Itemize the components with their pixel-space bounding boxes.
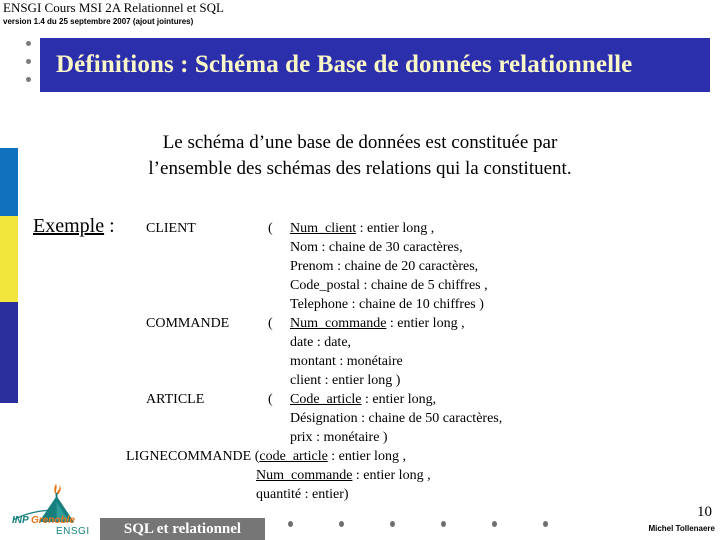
relation-attribute: LIGNECOMMANDE (code_article : entier lon… (126, 447, 706, 466)
relation-attribute: date : date, (290, 333, 706, 352)
attribute-type: : entier long , (352, 468, 431, 483)
attribute-type: : entier long ) (321, 373, 401, 388)
definition-paragraph: Le schéma d’une base de données est cons… (60, 130, 660, 182)
relation-attribute: Nom : chaine de 30 caractères, (290, 238, 706, 257)
logo-inp-text: INP (12, 515, 29, 526)
attribute-type: : monétaire (335, 354, 403, 369)
footer-dot-icon (390, 521, 395, 527)
example-label-underlined: Exemple (33, 215, 105, 237)
attribute-name: client (290, 373, 322, 388)
attribute-name: Prenom (290, 259, 334, 274)
attribute-type: : chaine de 10 chiffres ) (348, 297, 484, 312)
attribute-type: : entier long , (386, 316, 465, 331)
relation-attribute: montant : monétaire (290, 352, 706, 371)
course-title: ENSGI Cours MSI 2A Relationnel et SQL (3, 0, 224, 15)
attribute-name: Telephone (290, 297, 349, 312)
document-header: ENSGI Cours MSI 2A Relationnel et SQL ve… (3, 1, 503, 27)
attribute-name: Code_postal (290, 278, 360, 293)
definition-line-1: Le schéma d’une base de données est cons… (162, 132, 558, 153)
footer-dot-icon (492, 521, 497, 527)
attribute-name: quantité (256, 487, 302, 502)
primary-key-attribute-name: Num_client (290, 221, 357, 236)
bullet-dot-icon (26, 77, 31, 82)
relation-attribute-list: Num_commande : entier long , date : date,… (290, 314, 706, 390)
logo-grenoble-text: Grenoble (31, 515, 75, 526)
title-bullet-dots (26, 41, 38, 95)
color-bar-blue-dark (0, 302, 18, 403)
example-label: Exemple : (33, 215, 115, 238)
attribute-name: Nom (290, 240, 318, 255)
example-label-suffix: : (104, 215, 115, 237)
attribute-type: : entier) (301, 487, 349, 502)
color-bar-yellow (0, 216, 18, 302)
primary-key-attribute-name: Code_article (290, 392, 362, 407)
relation-open-paren: ( (268, 392, 273, 407)
relation-attribute-list: Code_article : entier long, Désignation :… (290, 390, 706, 447)
relation-attribute: Telephone : chaine de 10 chiffres ) (290, 295, 706, 314)
logo-ensgi-text: ENSGI (56, 526, 90, 537)
attribute-type: : chaine de 50 caractères, (357, 411, 503, 426)
footer-dot-icon (288, 521, 293, 527)
footer-dot-icon (339, 521, 344, 527)
relation-name: COMMANDE (146, 316, 230, 331)
relation-row: LIGNECOMMANDE (code_article : entier lon… (126, 447, 706, 504)
primary-key-attribute-name: Num_commande (290, 316, 387, 331)
attribute-name: date (290, 335, 314, 350)
relation-open-paren: ( (268, 316, 273, 331)
relation-attribute: Num_commande : entier long , (256, 466, 706, 485)
relation-attribute: Code_postal : chaine de 5 chiffres , (290, 276, 706, 295)
relation-name: ARTICLE (146, 392, 205, 407)
definition-line-2: l’ensemble des schémas des relations qui… (148, 158, 572, 179)
relation-attribute: Prenom : chaine de 20 caractères, (290, 257, 706, 276)
attribute-name: montant (290, 354, 336, 369)
primary-key-attribute-name: Num_commande (256, 468, 353, 483)
primary-key-attribute-name: code_article (259, 449, 328, 464)
relation-attribute: Num_client : entier long , (290, 219, 706, 238)
attribute-type: : chaine de 5 chiffres , (360, 278, 488, 293)
relation-attribute-list: LIGNECOMMANDE (code_article : entier lon… (126, 447, 706, 504)
footer-dots (288, 521, 548, 527)
slide-title: Définitions : Schéma de Base de données … (56, 51, 633, 78)
attribute-type: : chaine de 20 caractères, (333, 259, 479, 274)
relation-open-paren: ( (268, 221, 273, 236)
attribute-type: : entier long , (327, 449, 406, 464)
attribute-type: : entier long , (356, 221, 435, 236)
footer-dot-icon (441, 521, 446, 527)
relation-name: CLIENT (146, 221, 196, 236)
footer-dot-icon (543, 521, 548, 527)
page-number: 10 (697, 504, 712, 520)
relation-row: CLIENT(Num_client : entier long , Nom : c… (146, 219, 706, 314)
relation-row: ARTICLE(Code_article : entier long, Désig… (146, 390, 706, 447)
color-bar-blue-light (0, 148, 18, 216)
attribute-type: : entier long, (361, 392, 437, 407)
footer-section-label: SQL et relationnel (123, 520, 242, 537)
relation-attribute: Désignation : chaine de 50 caractères, (290, 409, 706, 428)
attribute-name: prix (290, 430, 313, 445)
relation-row: COMMANDE(Num_commande : entier long , dat… (146, 314, 706, 390)
relation-attribute: Code_article : entier long, (290, 390, 706, 409)
slide-title-banner: Définitions : Schéma de Base de données … (40, 38, 710, 92)
attribute-type: : chaine de 30 caractères, (318, 240, 463, 255)
footer-section-bar: SQL et relationnel (100, 518, 265, 540)
relation-schema-list: CLIENT(Num_client : entier long , Nom : c… (126, 219, 706, 504)
relation-attribute: client : entier long ) (290, 371, 706, 390)
attribute-type: : date, (313, 335, 352, 350)
relation-name: LIGNECOMMANDE ( (126, 449, 260, 464)
relation-attribute: Num_commande : entier long , (290, 314, 706, 333)
relation-attribute: prix : monétaire ) (290, 428, 706, 447)
version-line: version 1.4 du 25 septembre 2007 (ajout … (3, 17, 194, 26)
relation-attribute-list: Num_client : entier long , Nom : chaine d… (290, 219, 706, 314)
ensgi-logo: INP Grenoble ENSGI (12, 482, 107, 540)
author-name: Michel Tollenaere (648, 524, 715, 533)
relation-attribute: quantité : entier) (256, 485, 706, 504)
attribute-type: : monétaire ) (312, 430, 388, 445)
bullet-dot-icon (26, 41, 31, 46)
bullet-dot-icon (26, 59, 31, 64)
left-color-bars (0, 148, 18, 403)
attribute-name: Désignation (290, 411, 358, 426)
